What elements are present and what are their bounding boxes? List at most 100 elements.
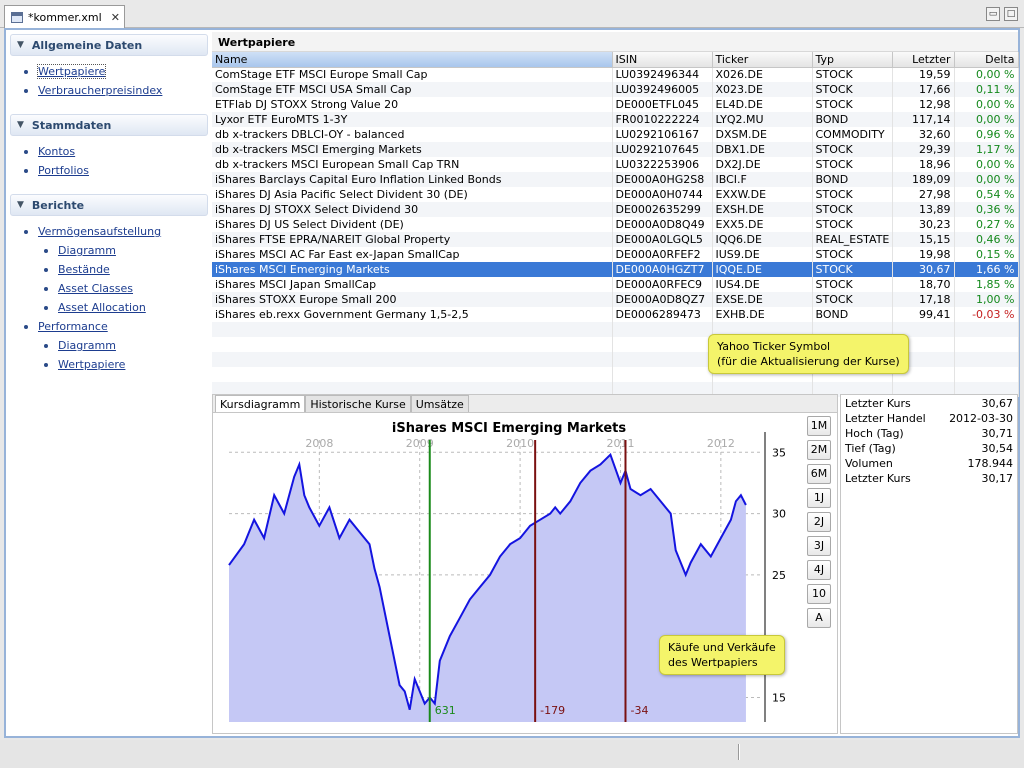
zoom-buttons: 1M 2M 6M 1J 2J 3J 4J 10 A	[807, 416, 833, 632]
cell-name: db x-trackers DBLCI-OY - balanced	[212, 127, 613, 142]
cell-name: iShares MSCI Japan SmallCap	[212, 277, 613, 292]
sidebar-link[interactable]: Diagramm	[58, 339, 116, 352]
zoom-button[interactable]: 4J	[807, 560, 831, 580]
cell-name: iShares MSCI Emerging Markets	[212, 262, 613, 277]
sidebar-link[interactable]: Wertpapiere	[58, 358, 125, 371]
table-row[interactable]: ComStage ETF MSCI Europe Small Cap LU0392…	[212, 67, 1019, 82]
zoom-button[interactable]: A	[807, 608, 831, 628]
info-label: Hoch (Tag)	[845, 427, 904, 440]
zoom-button[interactable]: 10	[807, 584, 831, 604]
column-header[interactable]: Name	[212, 52, 613, 68]
cell-name: iShares STOXX Europe Small 200	[212, 292, 613, 307]
close-icon[interactable]: ✕	[111, 11, 120, 24]
sidebar-link[interactable]: Performance	[38, 320, 108, 333]
sidebar-section: ▼ Berichte Vermögensaufstellung Diagramm Bes…	[10, 194, 208, 374]
table-row[interactable]: db x-trackers MSCI Emerging Markets LU029…	[212, 142, 1019, 157]
zoom-button[interactable]: 6M	[807, 464, 831, 484]
cell-isin: DE0002635299	[612, 202, 713, 217]
table-row[interactable]: iShares FTSE EPRA/NAREIT Global Property…	[212, 232, 1019, 247]
column-header[interactable]: Letzter	[892, 52, 955, 68]
table-row[interactable]: ETFlab DJ STOXX Strong Value 20 DE000ETFL…	[212, 97, 1019, 112]
column-header[interactable]: Delta	[954, 52, 1019, 68]
collapse-triangle-icon[interactable]: ▼	[17, 200, 24, 210]
sidebar-link[interactable]: Verbraucherpreisindex	[38, 84, 162, 97]
info-row: Letzter Handel 2012-03-30	[845, 412, 1013, 427]
cell-delta: 0,15 %	[954, 247, 1019, 262]
collapse-triangle-icon[interactable]: ▼	[17, 40, 24, 50]
cell-name: db x-trackers MSCI European Small Cap TR…	[212, 157, 613, 172]
zoom-button[interactable]: 2J	[807, 512, 831, 532]
table-row[interactable]: ComStage ETF MSCI USA Small Cap LU0392496…	[212, 82, 1019, 97]
table-row[interactable]: iShares MSCI AC Far East ex-Japan SmallC…	[212, 247, 1019, 262]
section-title: Allgemeine Daten	[31, 38, 143, 52]
minimize-icon[interactable]: ▭	[986, 7, 1000, 21]
sidebar-item: Asset Classes	[24, 279, 208, 298]
editor-tab[interactable]: *kommer.xml ✕	[4, 5, 125, 28]
zoom-button[interactable]: 3J	[807, 536, 831, 556]
zoom-button[interactable]: 1J	[807, 488, 831, 508]
column-header[interactable]: Typ	[812, 52, 893, 68]
table-row[interactable]: Lyxor ETF EuroMTS 1-3Y FR0010222224 LYQ2.M…	[212, 112, 1019, 127]
tab-historische-kurse[interactable]: Historische Kurse	[305, 395, 411, 412]
info-value: 178.944	[967, 457, 1014, 470]
sidebar-section-header[interactable]: ▼ Stammdaten	[10, 114, 208, 136]
section-title: Stammdaten	[31, 118, 112, 132]
tab-kursdiagramm[interactable]: Kursdiagramm	[215, 395, 306, 412]
cell-name: iShares DJ Asia Pacific Select Divident …	[212, 187, 613, 202]
cell-type: STOCK	[812, 202, 893, 217]
empty-cell	[212, 367, 613, 382]
table-row[interactable]: iShares Barclays Capital Euro Inflation …	[212, 172, 1019, 187]
cell-isin: DE000A0HGZT7	[612, 262, 713, 277]
sidebar-link[interactable]: Kontos	[38, 145, 75, 158]
sidebar-link[interactable]: Diagramm	[58, 244, 116, 257]
maximize-icon[interactable]: □	[1004, 7, 1018, 21]
sidebar-item: Portfolios	[24, 161, 208, 180]
sidebar-section-header[interactable]: ▼ Allgemeine Daten	[10, 34, 208, 56]
cell-delta: 0,36 %	[954, 202, 1019, 217]
table-row[interactable]: iShares eb.rexx Government Germany 1,5-2…	[212, 307, 1019, 322]
y-tick-label: 30	[772, 508, 786, 521]
sidebar-link[interactable]: Wertpapiere	[36, 64, 107, 79]
column-header[interactable]: Ticker	[712, 52, 813, 68]
editor-area: ▼ Allgemeine Daten Wertpapiere Verbraucherp…	[4, 28, 1020, 738]
bullet-icon	[24, 324, 28, 329]
cell-type: STOCK	[812, 262, 893, 277]
bullet-icon	[44, 343, 48, 348]
sidebar-link[interactable]: Vermögensaufstellung	[38, 225, 161, 238]
cell-ticker: X023.DE	[712, 82, 813, 97]
table-row[interactable]: iShares MSCI Emerging Markets DE000A0HGZT…	[212, 262, 1019, 277]
sidebar-section: ▼ Allgemeine Daten Wertpapiere Verbraucherp…	[10, 34, 208, 100]
table-row[interactable]: db x-trackers MSCI European Small Cap TR…	[212, 157, 1019, 172]
cell-ticker: DXSM.DE	[712, 127, 813, 142]
cell-name: iShares FTSE EPRA/NAREIT Global Property	[212, 232, 613, 247]
table-row[interactable]: db x-trackers DBLCI-OY - balanced LU02921…	[212, 127, 1019, 142]
sidebar-link[interactable]: Bestände	[58, 263, 110, 276]
section-title: Berichte	[31, 198, 85, 212]
table-row[interactable]: iShares MSCI Japan SmallCap DE000A0RFEC9 I…	[212, 277, 1019, 292]
table-row[interactable]: iShares DJ STOXX Select Dividend 30 DE000…	[212, 202, 1019, 217]
column-header[interactable]: ISIN	[612, 52, 713, 68]
cell-last: 13,89	[892, 202, 955, 217]
sidebar-link[interactable]: Asset Allocation	[58, 301, 146, 314]
table-row[interactable]: iShares DJ Asia Pacific Select Divident …	[212, 187, 1019, 202]
info-row: Tief (Tag) 30,54	[845, 442, 1013, 457]
table-row[interactable]: iShares DJ US Select Divident (DE) DE000A…	[212, 217, 1019, 232]
cell-isin: DE000A0H0744	[612, 187, 713, 202]
sidebar-link[interactable]: Asset Classes	[58, 282, 133, 295]
table-row[interactable]: iShares STOXX Europe Small 200 DE000A0D8Q…	[212, 292, 1019, 307]
sidebar-section-header[interactable]: ▼ Berichte	[10, 194, 208, 216]
zoom-button[interactable]: 1M	[807, 416, 831, 436]
cell-ticker: EXXW.DE	[712, 187, 813, 202]
sidebar-item: Kontos	[24, 142, 208, 161]
cell-last: 17,18	[892, 292, 955, 307]
collapse-triangle-icon[interactable]: ▼	[17, 120, 24, 130]
sidebar-links: Wertpapiere Verbraucherpreisindex	[10, 56, 208, 100]
zoom-button[interactable]: 2M	[807, 440, 831, 460]
empty-cell	[954, 352, 1019, 367]
window-controls: ▭ □	[986, 7, 1018, 21]
tab-umsätze[interactable]: Umsätze	[410, 395, 469, 412]
sidebar-link[interactable]: Portfolios	[38, 164, 89, 177]
cell-isin: LU0392496344	[612, 67, 713, 82]
y-tick-label: 35	[772, 446, 786, 459]
cell-last: 29,39	[892, 142, 955, 157]
